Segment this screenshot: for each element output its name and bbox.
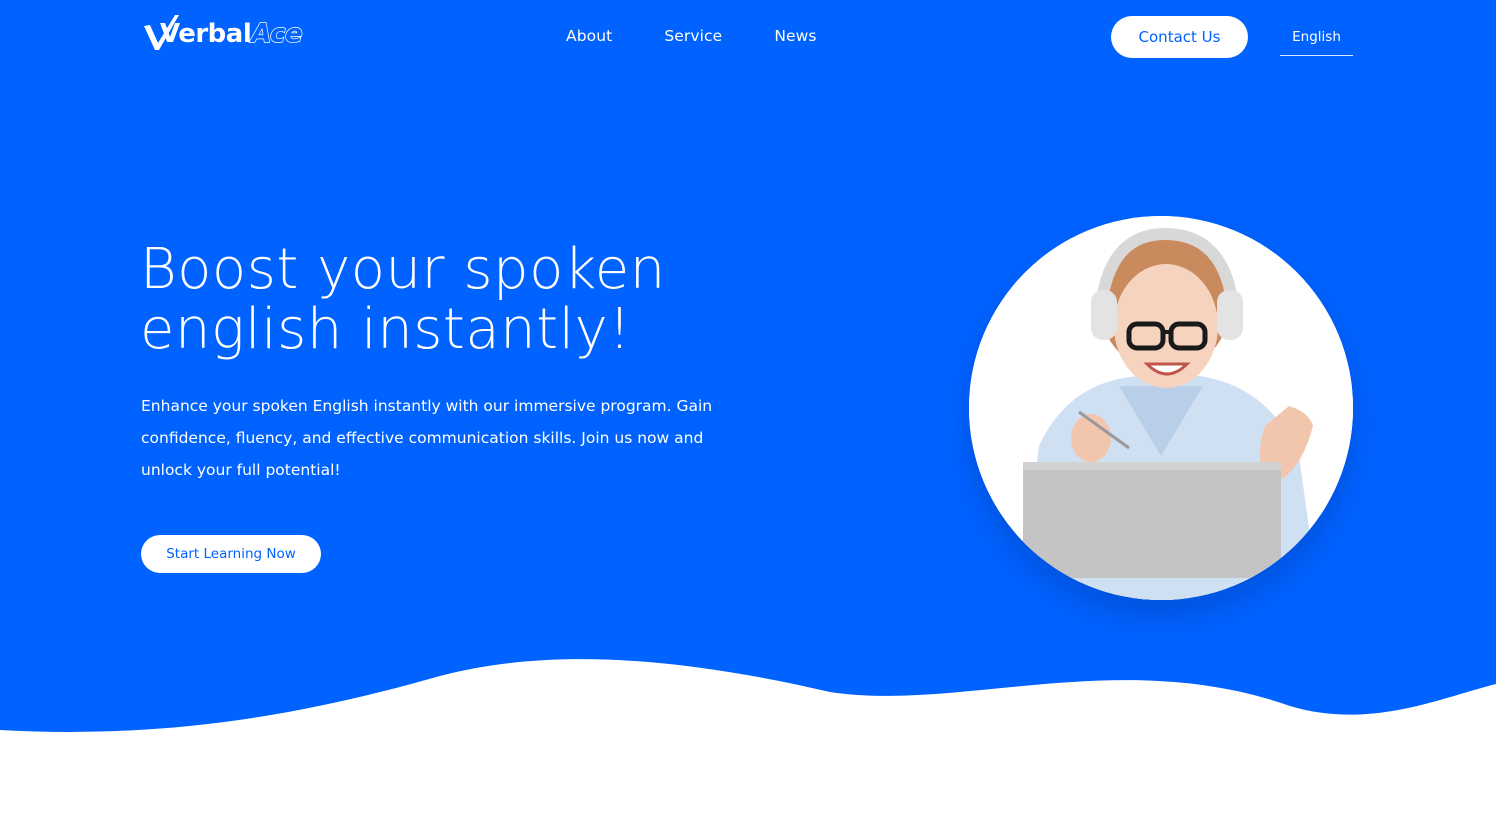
- contact-us-button[interactable]: Contact Us: [1111, 16, 1248, 58]
- hero-headline: Boost your spoken english instantly!: [140, 240, 780, 360]
- language-label: English: [1292, 29, 1341, 45]
- language-selector[interactable]: English: [1280, 26, 1353, 56]
- hero-wave-divider: [0, 659, 1496, 818]
- logo-text-verbal: Verbal: [160, 19, 252, 49]
- nav-link-news[interactable]: News: [774, 26, 816, 46]
- hero-section: VerbalAce About Service News Contact Us …: [0, 0, 1496, 818]
- nav-link-service[interactable]: Service: [664, 26, 722, 46]
- hero-image: [969, 216, 1353, 600]
- logo-text-ace: Ace: [251, 19, 304, 49]
- logo[interactable]: VerbalAce: [142, 10, 303, 52]
- site-header: VerbalAce About Service News Contact Us …: [0, 0, 1496, 72]
- hero-description: Enhance your spoken English instantly wi…: [141, 397, 713, 479]
- main-nav: About Service News: [566, 26, 817, 46]
- student-with-headphones-illustration: [969, 216, 1353, 600]
- start-learning-button[interactable]: Start Learning Now: [141, 535, 321, 573]
- hero-headline-line-1: Boost your spoken: [140, 237, 666, 302]
- nav-link-about[interactable]: About: [566, 26, 612, 46]
- hero-headline-line-2: english instantly!: [140, 297, 632, 362]
